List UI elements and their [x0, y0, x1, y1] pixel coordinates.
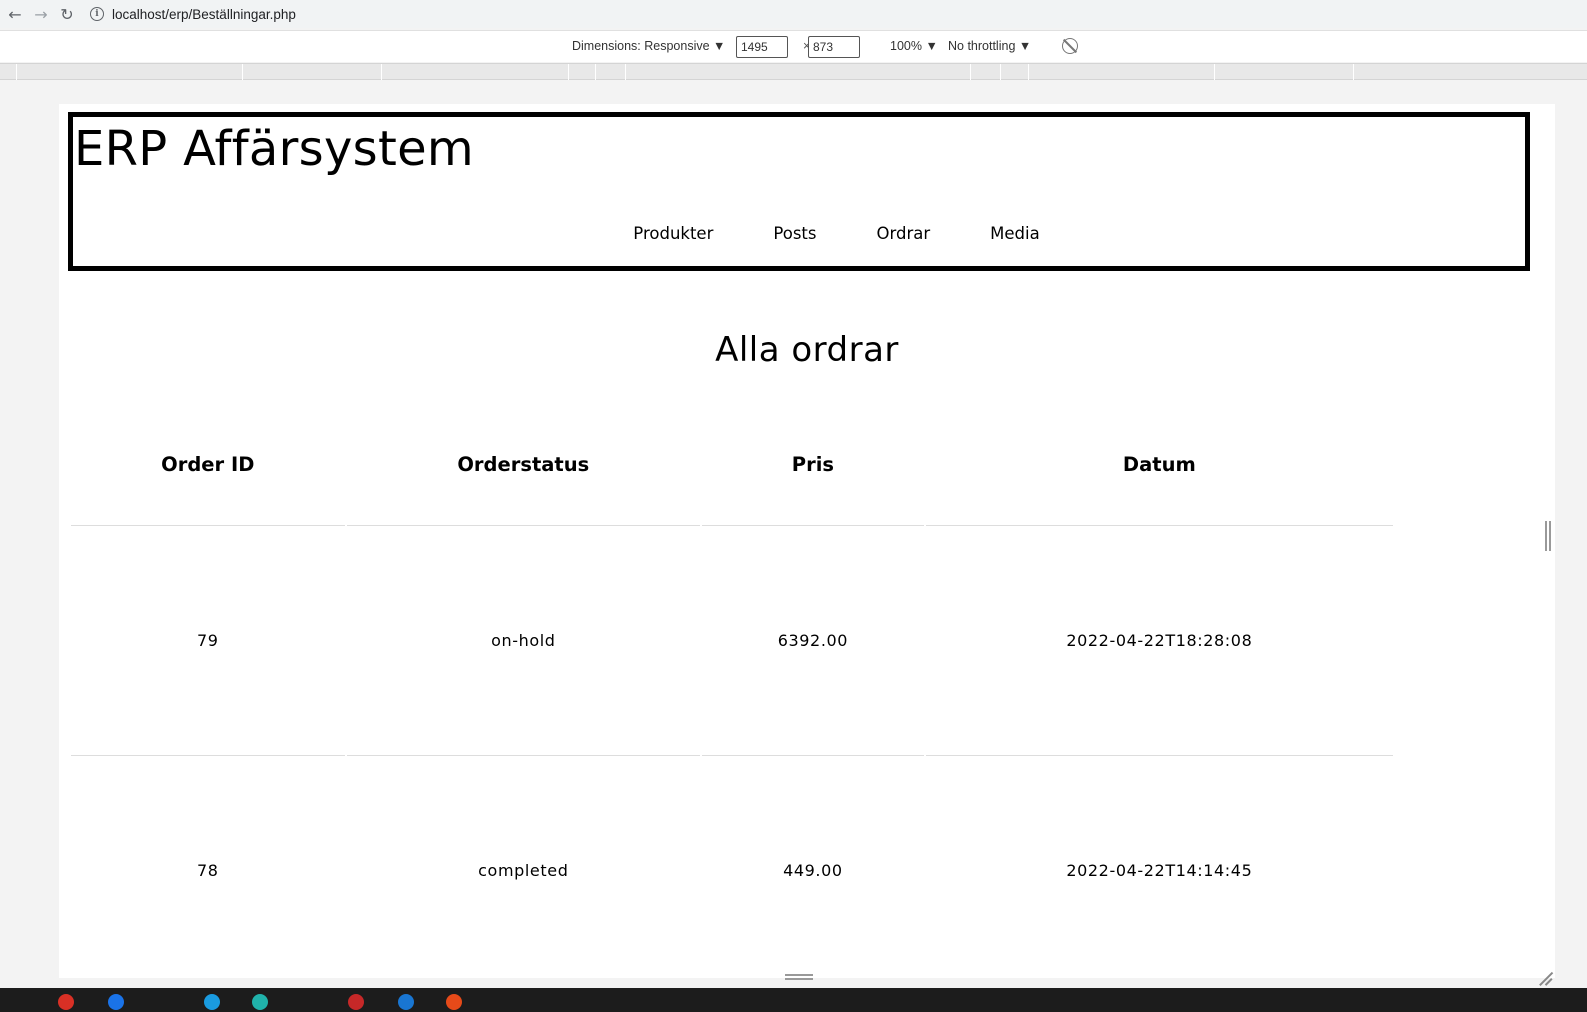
nav-link-media[interactable]: Media [990, 224, 1040, 243]
cell-orderstatus: completed [347, 756, 701, 978]
nav-link-posts[interactable]: Posts [773, 224, 816, 243]
url-text[interactable]: localhost/erp/Beställningar.php [112, 7, 296, 22]
viewport-height-resize-handle[interactable] [785, 974, 813, 980]
table-header-row: Order ID Orderstatus Pris Datum [71, 404, 1393, 526]
cell-order-id: 79 [71, 526, 345, 756]
column-header-pris: Pris [702, 404, 924, 526]
back-arrow-icon[interactable]: ← [2, 1, 28, 27]
cell-pris: 6392.00 [702, 526, 924, 756]
page-title: Alla ordrar [715, 330, 899, 370]
page-viewport: ERP Affärsystem Produkter Posts Ordrar M… [59, 104, 1555, 978]
rotate-icon[interactable] [1062, 38, 1078, 54]
column-header-orderstatus: Orderstatus [346, 404, 701, 526]
browser-address-bar: ← → ↻ i localhost/erp/Beställningar.php [0, 0, 1587, 28]
viewport-width-input[interactable]: 1495 [736, 36, 788, 58]
taskbar-app-icon[interactable] [252, 994, 268, 1010]
site-info-icon[interactable]: i [90, 7, 104, 21]
throttling-dropdown[interactable]: No throttling ▼ [948, 39, 1031, 53]
column-header-datum: Datum [925, 404, 1393, 526]
taskbar-app-icon[interactable] [446, 994, 462, 1010]
viewport-height-input[interactable]: 873 [808, 36, 860, 58]
media-query-ruler[interactable] [0, 63, 1587, 80]
cell-datum: 2022-04-22T14:14:45 [926, 756, 1393, 978]
url-field[interactable]: i localhost/erp/Beställningar.php [90, 1, 1587, 27]
os-taskbar [0, 988, 1587, 1012]
devtools-device-toolbar: Dimensions: Responsive ▼ 1495 × 873 100%… [0, 30, 1587, 62]
dimensions-dropdown[interactable]: Dimensions: Responsive ▼ [572, 39, 725, 53]
site-title: ERP Affärsystem [74, 121, 474, 177]
cell-order-id: 78 [71, 756, 345, 978]
taskbar-app-icon[interactable] [108, 994, 124, 1010]
reload-icon[interactable]: ↻ [54, 1, 80, 27]
nav-link-produkter[interactable]: Produkter [633, 224, 713, 243]
taskbar-app-icon[interactable] [204, 994, 220, 1010]
table-row: 78 completed 449.00 2022-04-22T14:14:45 [71, 756, 1393, 978]
cell-pris: 449.00 [702, 756, 924, 978]
taskbar-app-icon[interactable] [348, 994, 364, 1010]
nav-link-ordrar[interactable]: Ordrar [877, 224, 931, 243]
cell-orderstatus: on-hold [346, 526, 701, 756]
forward-arrow-icon[interactable]: → [28, 1, 54, 27]
cell-datum: 2022-04-22T18:28:08 [925, 526, 1393, 756]
resize-grip-icon[interactable] [1538, 970, 1554, 986]
orders-table: Order ID Orderstatus Pris Datum 79 on-ho… [69, 404, 1395, 978]
site-header: ERP Affärsystem Produkter Posts Ordrar M… [68, 112, 1530, 271]
zoom-dropdown[interactable]: 100% ▼ [890, 39, 938, 53]
taskbar-app-icon[interactable] [58, 994, 74, 1010]
viewport-width-resize-handle[interactable] [1545, 521, 1551, 551]
taskbar-app-icon[interactable] [398, 994, 414, 1010]
column-header-order-id: Order ID [71, 404, 345, 526]
table-row: 79 on-hold 6392.00 2022-04-22T18:28:08 [71, 526, 1393, 756]
main-nav: Produkter Posts Ordrar Media [73, 224, 1525, 243]
